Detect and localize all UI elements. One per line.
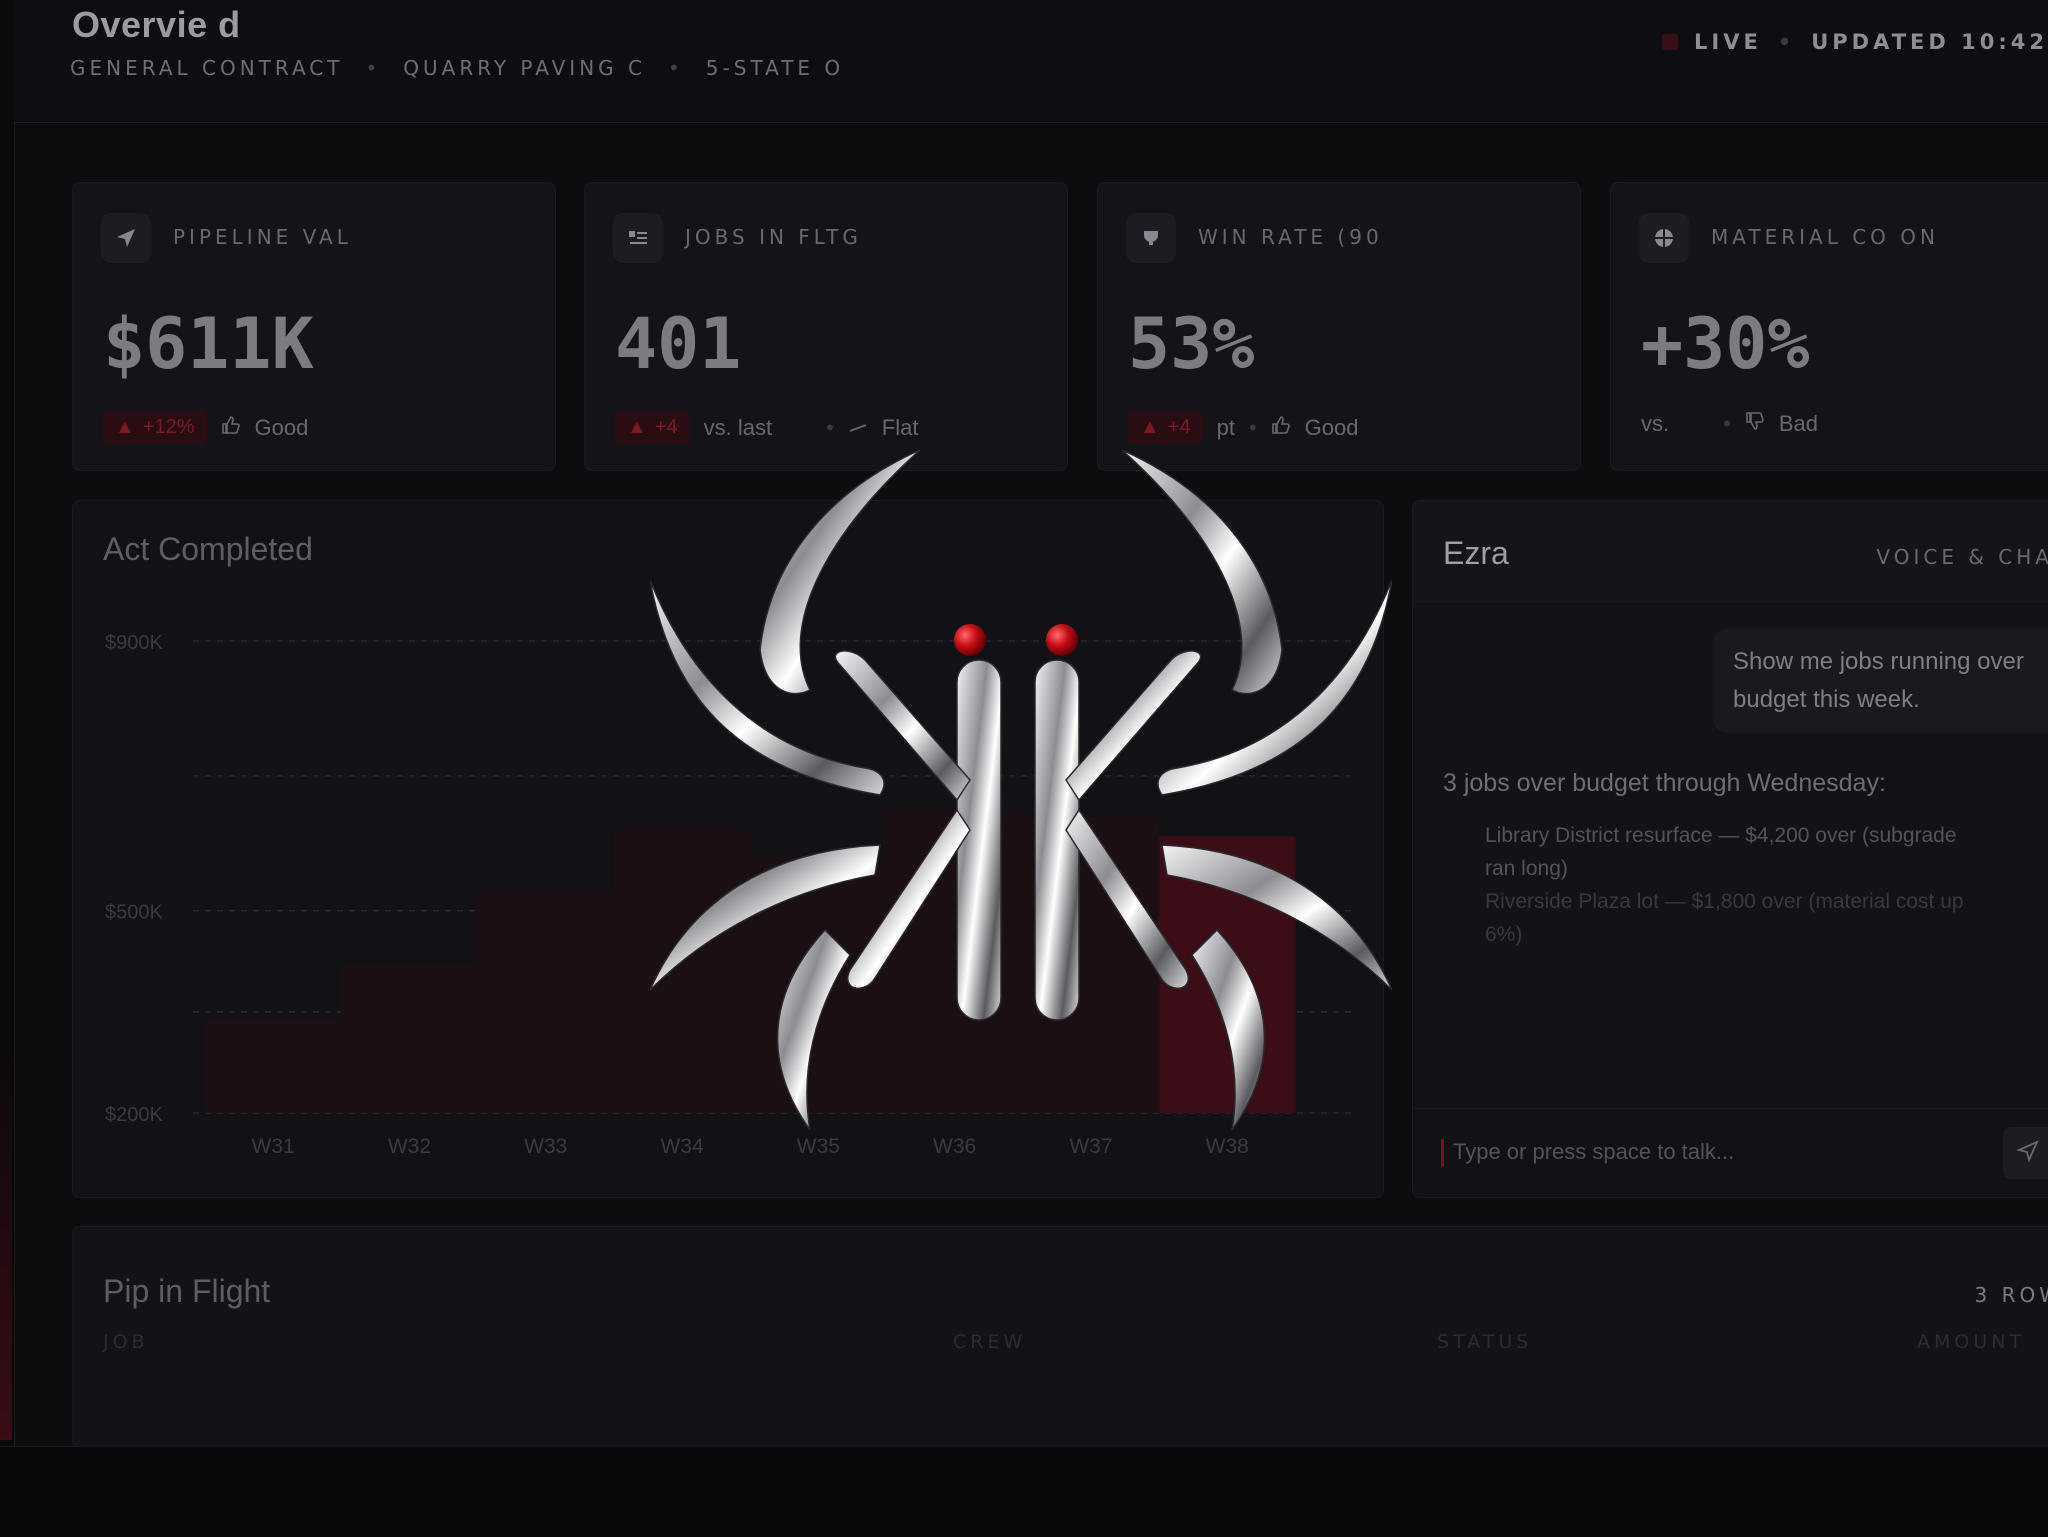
send-icon xyxy=(101,213,151,263)
status-separator: • xyxy=(1778,30,1795,54)
kpi-value: 53% xyxy=(1128,303,1254,385)
kpi-note: vs. xyxy=(1641,411,1669,437)
column-header-amount[interactable]: AMOUNT xyxy=(1917,1331,2025,1353)
kpi-label: MATERIAL CO ON xyxy=(1711,225,1939,249)
column-header-status[interactable]: STATUS xyxy=(1437,1331,1532,1353)
breadcrumb-item: QUARRY PAVING C xyxy=(403,56,646,80)
breadcrumb-separator: • xyxy=(668,56,684,80)
user-message-bubble: Show me jobs running over budget this we… xyxy=(1713,629,2048,733)
bottom-bar xyxy=(0,1446,2048,1537)
chat-input-bar[interactable]: Type or press space to talk... xyxy=(1413,1108,2048,1197)
assistant-mode-tag[interactable]: VOICE & CHA xyxy=(1876,545,2048,569)
page-header: Overvie d GENERAL CONTRACT • QUARRY PAVI… xyxy=(14,0,2048,123)
x-tick-label: W38 xyxy=(1206,1135,1249,1158)
assistant-name: Ezra xyxy=(1443,535,1509,572)
kpi-rating: Good xyxy=(1305,415,1359,441)
kpi-rating: Flat xyxy=(882,415,919,441)
live-label: LIVE xyxy=(1694,30,1762,54)
column-header-job[interactable]: JOB xyxy=(103,1331,149,1353)
kpi-note: pt xyxy=(1217,415,1235,441)
x-tick-label: W31 xyxy=(252,1135,295,1158)
kpi-separator: • xyxy=(1249,415,1257,441)
list-icon xyxy=(613,213,663,263)
thumbs-up-icon xyxy=(221,415,241,441)
kpi-card-win-rate[interactable]: WIN RATE (90 53% ▲ +4 pt • Good xyxy=(1097,182,1581,471)
kpi-card-pipeline-value[interactable]: PIPELINE VAL $611K ▲ +12% Good xyxy=(72,182,556,471)
kpi-footer: ▲ +4 pt • Good xyxy=(1128,411,1359,444)
kpi-value: 401 xyxy=(615,303,741,385)
list-item: Library District resurface — $4,200 over… xyxy=(1485,819,1965,885)
up-arrow-icon: ▲ xyxy=(115,416,135,439)
flat-line-icon xyxy=(848,415,868,441)
column-header-crew[interactable]: CREW xyxy=(953,1331,1026,1353)
updated-time: UPDATED 10:42 xyxy=(1811,30,2048,54)
y-tick-label: $500K xyxy=(105,902,163,924)
kpi-value: +30% xyxy=(1641,303,1810,385)
kpi-delta-value: +4 xyxy=(655,416,678,439)
live-indicator-icon xyxy=(1662,34,1678,50)
row-count-badge: 3 ROW xyxy=(1975,1283,2048,1307)
send-button[interactable] xyxy=(2003,1127,2048,1179)
kpi-rating: Good xyxy=(255,415,309,441)
kpi-separator: • xyxy=(826,415,834,441)
breadcrumb-item: 5-STATE O xyxy=(706,56,844,80)
x-tick-label: W35 xyxy=(797,1135,840,1158)
table-title: Pip in Flight xyxy=(103,1273,270,1310)
kpi-rating: Bad xyxy=(1779,411,1818,437)
kpi-label: PIPELINE VAL xyxy=(173,225,352,249)
kpi-value: $611K xyxy=(103,303,314,385)
breadcrumb-item: GENERAL CONTRACT xyxy=(70,56,343,80)
text-caret xyxy=(1441,1139,1444,1167)
spider-eye-left xyxy=(954,624,986,656)
kpi-card-material-cost[interactable]: MATERIAL CO ON +30% vs. • Bad xyxy=(1610,182,2048,471)
kpi-separator: • xyxy=(1723,411,1731,437)
pipeline-table-panel: Pip in Flight 3 ROW JOB CREW STATUS AMOU… xyxy=(72,1226,2048,1448)
kpi-card-jobs-in-flight[interactable]: JOBS IN FLTG 401 ▲ +4 vs. last • Flat xyxy=(584,182,1068,471)
trophy-icon xyxy=(1126,213,1176,263)
kpi-footer: ▲ +12% Good xyxy=(103,411,308,444)
x-tick-label: W33 xyxy=(524,1135,567,1158)
assistant-header: Ezra VOICE & CHA xyxy=(1413,501,2048,602)
send-icon xyxy=(2016,1139,2040,1168)
assistant-reply-list: Library District resurface — $4,200 over… xyxy=(1485,819,1965,951)
kpi-note: vs. last xyxy=(704,415,772,441)
spider-eye-right xyxy=(1046,624,1078,656)
thumbs-down-icon xyxy=(1745,411,1765,437)
rail-accent xyxy=(0,1040,12,1440)
x-tick-label: W37 xyxy=(1069,1135,1112,1158)
kpi-label: WIN RATE (90 xyxy=(1198,225,1383,249)
up-arrow-icon: ▲ xyxy=(627,416,647,439)
kpi-delta-badge: ▲ +12% xyxy=(103,411,207,444)
x-tick-label: W32 xyxy=(388,1135,431,1158)
kpi-footer: vs. • Bad xyxy=(1641,411,1818,437)
assistant-reply-intro: 3 jobs over budget through Wednesday: xyxy=(1443,769,1886,798)
kpi-label: JOBS IN FLTG xyxy=(685,225,862,249)
box-icon xyxy=(1639,213,1689,263)
page-title: Overvie d xyxy=(72,4,241,46)
kpi-footer: ▲ +4 vs. last • Flat xyxy=(615,411,918,444)
x-tick-label: W34 xyxy=(660,1135,704,1158)
thumbs-up-icon xyxy=(1271,415,1291,441)
chrome-spider-logo-icon xyxy=(650,450,1392,1130)
y-tick-label: $200K xyxy=(105,1104,163,1126)
y-tick-label: $900K xyxy=(105,632,163,654)
x-tick-label: W36 xyxy=(933,1135,976,1158)
breadcrumb-separator: • xyxy=(365,56,381,80)
kpi-delta-value: +4 xyxy=(1168,416,1191,439)
live-status: LIVE • UPDATED 10:42 xyxy=(1662,30,2048,54)
up-arrow-icon: ▲ xyxy=(1140,416,1160,439)
kpi-delta-badge: ▲ +4 xyxy=(615,411,690,444)
kpi-delta-badge: ▲ +4 xyxy=(1128,411,1203,444)
breadcrumb: GENERAL CONTRACT • QUARRY PAVING C • 5-S… xyxy=(70,56,844,80)
assistant-panel: Ezra VOICE & CHA Show me jobs running ov… xyxy=(1412,500,2048,1198)
kpi-delta-value: +12% xyxy=(143,416,195,439)
list-item: Riverside Plaza lot — $1,800 over (mater… xyxy=(1485,885,1965,951)
chat-input[interactable]: Type or press space to talk... xyxy=(1453,1139,1734,1165)
